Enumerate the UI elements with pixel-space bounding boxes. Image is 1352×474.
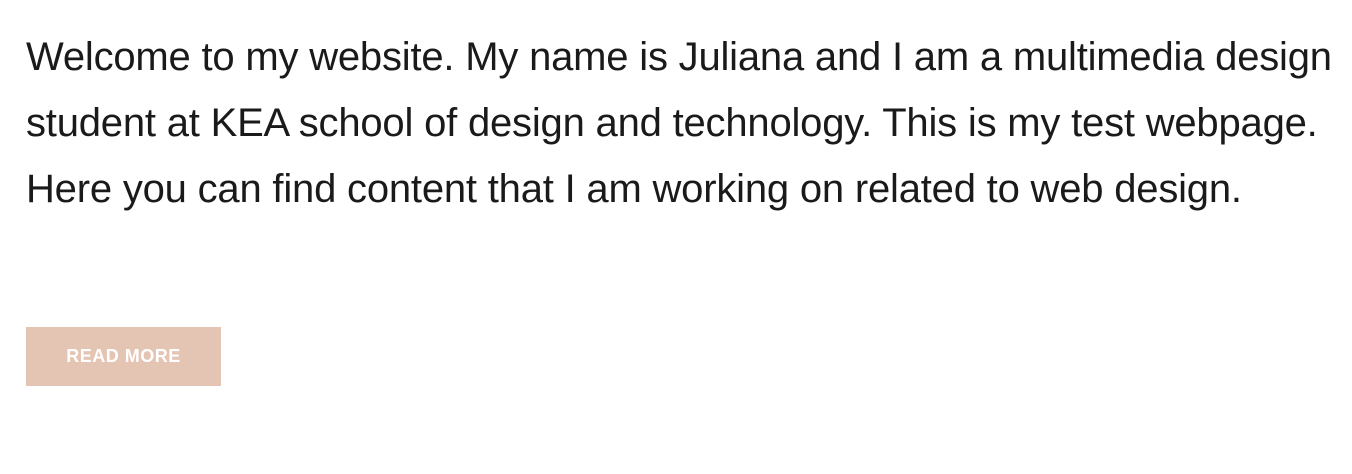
intro-section: Welcome to my website. My name is Julian… <box>26 24 1336 222</box>
intro-paragraph: Welcome to my website. My name is Julian… <box>26 35 1332 211</box>
read-more-button[interactable]: READ MORE <box>26 327 221 386</box>
